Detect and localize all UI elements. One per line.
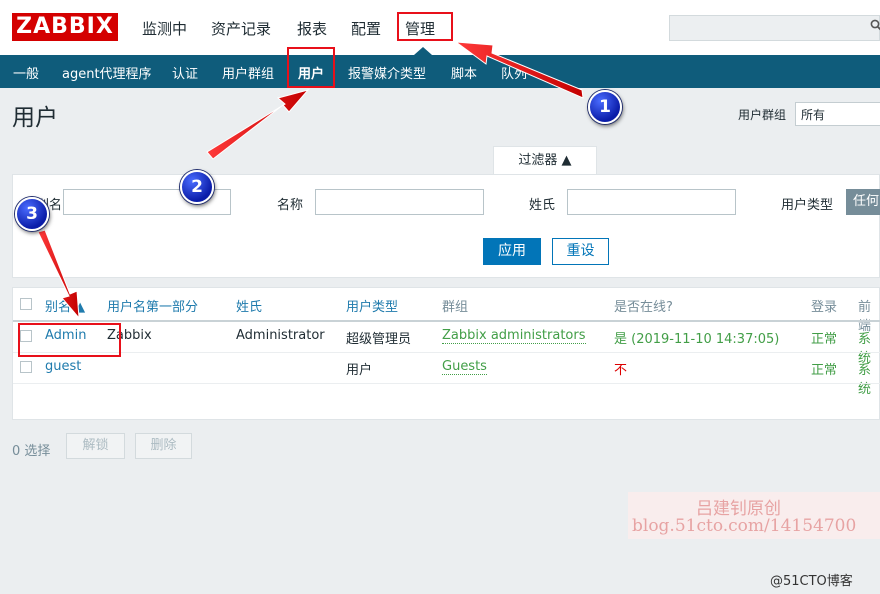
step-badge-2: 2 bbox=[180, 170, 214, 204]
step-badge-1: 1 bbox=[588, 90, 622, 124]
watermark-corner: @51CTO博客 bbox=[770, 574, 853, 589]
watermark-url: blog.51cto.com/14154700 bbox=[632, 516, 857, 536]
step-badge-3: 3 bbox=[15, 197, 49, 231]
arrow-3 bbox=[37, 229, 80, 320]
arrow-2 bbox=[206, 89, 310, 160]
arrow-1 bbox=[454, 41, 584, 99]
